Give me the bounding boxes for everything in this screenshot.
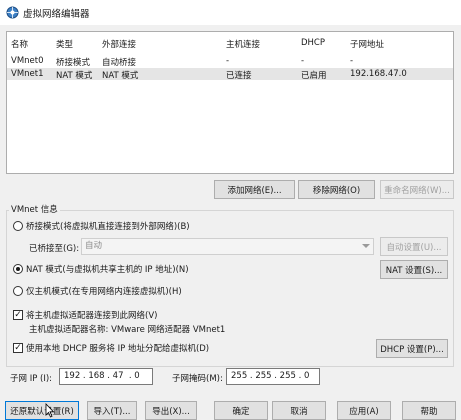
import-button[interactable]: 导入(T)... xyxy=(87,401,137,420)
nat-settings-button[interactable]: NAT 设置(S)... xyxy=(380,260,448,279)
remove-network-button[interactable]: 移除网络(O) xyxy=(298,180,375,199)
column-header-name[interactable]: 名称 xyxy=(11,38,28,50)
virtual-network-editor-window: 虚拟网络编辑器 名称 类型 外部连接 主机连接 DHCP 子网地址 VMnet0… xyxy=(0,0,461,420)
bridged-mode-label[interactable]: 桥接模式(将虚拟机直接连接到外部网络)(B) xyxy=(26,220,190,232)
adapter-name-text: 主机虚拟适配器名称: VMware 网络适配器 VMnet1 xyxy=(29,325,226,335)
subnet-mask-label: 子网掩码(M): xyxy=(172,374,223,384)
table-row[interactable]: VMnet0 桥接模式 自动桥接 - - - xyxy=(7,55,453,68)
add-network-button[interactable]: 添加网络(E)... xyxy=(214,180,295,199)
row-external: 自动桥接 xyxy=(102,58,137,68)
row-host: - xyxy=(226,56,230,66)
row-name: VMnet1 xyxy=(11,69,44,79)
network-editor-icon xyxy=(6,6,19,19)
subnet-ip-input[interactable]: 192 . 168 . 47 . 0 xyxy=(59,368,153,385)
dhcp-checkbox[interactable]: ✓ xyxy=(13,343,23,353)
connect-adapter-checkbox[interactable]: ✓ xyxy=(13,310,23,320)
row-type: NAT 模式 xyxy=(56,71,93,81)
export-button[interactable]: 导出(X)... xyxy=(145,401,197,420)
cancel-button[interactable]: 取消 xyxy=(272,401,326,420)
rename-network-button[interactable]: 重命名网络(W)... xyxy=(380,180,454,199)
list-header: 名称 类型 外部连接 主机连接 DHCP 子网地址 xyxy=(7,32,453,53)
row-subnet: - xyxy=(350,56,354,66)
bridged-to-value: 自动 xyxy=(85,241,103,251)
window-title: 虚拟网络编辑器 xyxy=(23,9,90,20)
dhcp-label[interactable]: 使用本地 DHCP 服务将 IP 地址分配给虚拟机(D) xyxy=(26,342,209,354)
host-only-mode-radio[interactable] xyxy=(13,286,23,296)
row-subnet: 192.168.47.0 xyxy=(350,69,407,79)
row-host: 已连接 xyxy=(226,71,252,81)
help-button[interactable]: 帮助 xyxy=(402,401,456,420)
network-list[interactable]: 名称 类型 外部连接 主机连接 DHCP 子网地址 VMnet0 桥接模式 自动… xyxy=(6,31,454,174)
nat-mode-radio[interactable] xyxy=(13,264,23,274)
mouse-cursor-icon xyxy=(45,403,55,418)
row-dhcp: 已启用 xyxy=(301,71,327,81)
row-dhcp: - xyxy=(301,56,305,66)
nat-mode-label[interactable]: NAT 模式(与虚拟机共享主机的 IP 地址)(N) xyxy=(26,263,189,275)
subnet-ip-label: 子网 IP (I): xyxy=(10,374,53,384)
host-only-mode-label[interactable]: 仅主机模式(在专用网络内连接虚拟机)(H) xyxy=(26,285,182,297)
connect-adapter-label[interactable]: 将主机虚拟适配器连接到此网络(V) xyxy=(26,309,157,321)
vmnet-info-title: VMnet 信息 xyxy=(9,203,60,215)
bridged-mode-radio[interactable] xyxy=(13,221,23,231)
dhcp-settings-button[interactable]: DHCP 设置(P)... xyxy=(376,339,448,358)
restore-defaults-button[interactable]: 还原默认设置(R) xyxy=(5,401,79,420)
subnet-mask-input[interactable]: 255 . 255 . 255 . 0 xyxy=(226,368,320,385)
column-header-type[interactable]: 类型 xyxy=(56,38,73,50)
auto-settings-button[interactable]: 自动设置(U)... xyxy=(380,237,448,256)
column-header-subnet[interactable]: 子网地址 xyxy=(350,38,384,50)
ok-button[interactable]: 确定 xyxy=(214,401,268,420)
chevron-down-icon xyxy=(362,244,370,248)
column-header-external[interactable]: 外部连接 xyxy=(102,38,136,50)
row-external: NAT 模式 xyxy=(102,71,139,81)
bridged-to-select[interactable]: 自动 xyxy=(81,238,374,255)
bridged-to-label: 已桥接至(G): xyxy=(29,244,80,254)
apply-button[interactable]: 应用(A) xyxy=(337,401,391,420)
table-row-selected[interactable]: VMnet1 NAT 模式 NAT 模式 已连接 已启用 192.168.47.… xyxy=(7,68,453,81)
column-header-host[interactable]: 主机连接 xyxy=(226,38,260,50)
row-type: 桥接模式 xyxy=(56,58,91,68)
row-name: VMnet0 xyxy=(11,56,44,66)
column-header-dhcp[interactable]: DHCP xyxy=(301,38,325,48)
